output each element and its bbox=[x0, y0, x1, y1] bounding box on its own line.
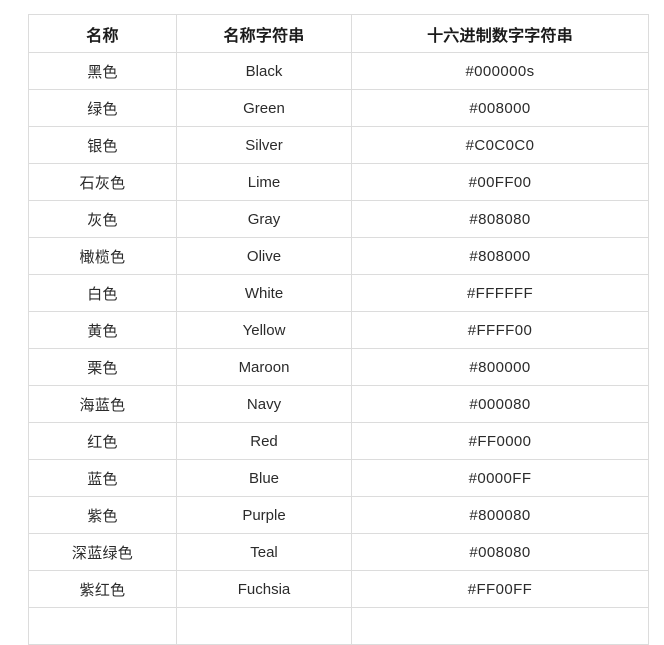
table-body: 黑色 Black #000000s 绿色 Green #008000 银色 Silver #C0… bbox=[28, 52, 649, 645]
cell-hex-string: #FFFF00 bbox=[351, 311, 649, 349]
table-row: 栗色 Maroon #800000 bbox=[28, 348, 649, 386]
cell-hex-string: #00FF00 bbox=[351, 163, 649, 201]
cell-name-cn: 紫红色 bbox=[28, 570, 177, 608]
table-row: 深蓝绿色 Teal #008080 bbox=[28, 533, 649, 571]
cell-name-string: Silver bbox=[176, 126, 352, 164]
cell-name-string: Blue bbox=[176, 459, 352, 497]
cell-name-string: Red bbox=[176, 422, 352, 460]
cell-name-string: Teal bbox=[176, 533, 352, 571]
cell-name-string: Gray bbox=[176, 200, 352, 238]
cell-hex-string: #008080 bbox=[351, 533, 649, 571]
cell-hex-string: #808080 bbox=[351, 200, 649, 238]
table-header-row: 名称 名称字符串 十六进制数字字符串 bbox=[28, 14, 649, 53]
page-root: 名称 名称字符串 十六进制数字字符串 黑色 Black #000000s 绿色 Gree… bbox=[0, 0, 664, 645]
table-row: 蓝色 Blue #0000FF bbox=[28, 459, 649, 497]
cell-name-cn: 橄榄色 bbox=[28, 237, 177, 275]
table-row bbox=[28, 607, 649, 645]
cell-hex-string: #FF0000 bbox=[351, 422, 649, 460]
cell-hex-string: #808000 bbox=[351, 237, 649, 275]
table-row: 黄色 Yellow #FFFF00 bbox=[28, 311, 649, 349]
cell-name-string: White bbox=[176, 274, 352, 312]
table-row: 石灰色 Lime #00FF00 bbox=[28, 163, 649, 201]
table-row: 橄榄色 Olive #808000 bbox=[28, 237, 649, 275]
cell-name-cn: 栗色 bbox=[28, 348, 177, 386]
cell-name-string: Black bbox=[176, 52, 352, 90]
cell-hex-string: #800080 bbox=[351, 496, 649, 534]
table-row: 灰色 Gray #808080 bbox=[28, 200, 649, 238]
cell-name-string: Fuchsia bbox=[176, 570, 352, 608]
cell-name-string: Green bbox=[176, 89, 352, 127]
cell-name-cn: 深蓝绿色 bbox=[28, 533, 177, 571]
table-row: 红色 Red #FF0000 bbox=[28, 422, 649, 460]
cell-name-string: Purple bbox=[176, 496, 352, 534]
table-row: 绿色 Green #008000 bbox=[28, 89, 649, 127]
column-header-name-cn: 名称 bbox=[28, 14, 177, 53]
table-row: 海蓝色 Navy #000080 bbox=[28, 385, 649, 423]
table-row: 紫色 Purple #800080 bbox=[28, 496, 649, 534]
cell-name-string: Olive bbox=[176, 237, 352, 275]
cell-name-cn: 灰色 bbox=[28, 200, 177, 238]
cell-hex-string: #800000 bbox=[351, 348, 649, 386]
cell-hex-string: #0000FF bbox=[351, 459, 649, 497]
cell-name-cn: 黑色 bbox=[28, 52, 177, 90]
cell-name-cn: 红色 bbox=[28, 422, 177, 460]
cell-name-cn: 石灰色 bbox=[28, 163, 177, 201]
cell-name-cn: 银色 bbox=[28, 126, 177, 164]
table-row: 黑色 Black #000000s bbox=[28, 52, 649, 90]
cell-name-cn: 黄色 bbox=[28, 311, 177, 349]
cell-name-string: Navy bbox=[176, 385, 352, 423]
color-table-container: 名称 名称字符串 十六进制数字字符串 黑色 Black #000000s 绿色 Gree… bbox=[28, 14, 649, 645]
cell-name-cn: 紫色 bbox=[28, 496, 177, 534]
cell-name-cn bbox=[28, 607, 177, 645]
cell-hex-string: #C0C0C0 bbox=[351, 126, 649, 164]
column-header-name-string: 名称字符串 bbox=[176, 14, 352, 53]
cell-hex-string: #FFFFFF bbox=[351, 274, 649, 312]
cell-name-cn: 白色 bbox=[28, 274, 177, 312]
cell-hex-string: #008000 bbox=[351, 89, 649, 127]
cell-name-cn: 绿色 bbox=[28, 89, 177, 127]
table-row: 白色 White #FFFFFF bbox=[28, 274, 649, 312]
column-header-hex-string: 十六进制数字字符串 bbox=[351, 14, 649, 53]
cell-name-string: Maroon bbox=[176, 348, 352, 386]
cell-hex-string bbox=[351, 607, 649, 645]
cell-name-string bbox=[176, 607, 352, 645]
cell-name-cn: 海蓝色 bbox=[28, 385, 177, 423]
cell-name-string: Yellow bbox=[176, 311, 352, 349]
cell-name-string: Lime bbox=[176, 163, 352, 201]
color-reference-table: 名称 名称字符串 十六进制数字字符串 黑色 Black #000000s 绿色 Gree… bbox=[28, 14, 649, 645]
cell-hex-string: #000080 bbox=[351, 385, 649, 423]
cell-hex-string: #FF00FF bbox=[351, 570, 649, 608]
table-row: 银色 Silver #C0C0C0 bbox=[28, 126, 649, 164]
cell-name-cn: 蓝色 bbox=[28, 459, 177, 497]
table-header: 名称 名称字符串 十六进制数字字符串 bbox=[28, 14, 649, 53]
table-row: 紫红色 Fuchsia #FF00FF bbox=[28, 570, 649, 608]
cell-hex-string: #000000s bbox=[351, 52, 649, 90]
